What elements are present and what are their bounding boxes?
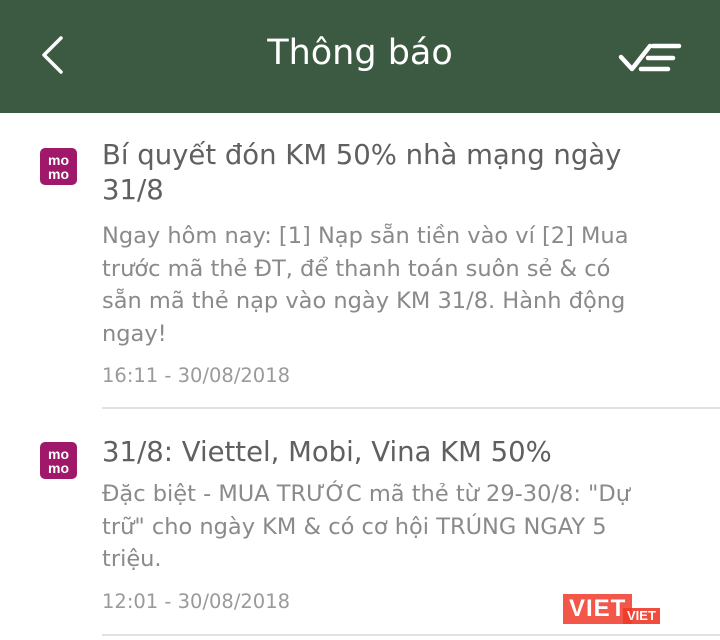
notification-body-line: triệu. [102,546,162,572]
logo-text: mo [48,459,69,476]
mark-all-read-button[interactable] [615,32,687,82]
logo-text: mo [48,165,69,182]
check-list-icon [618,43,682,72]
page-title: Thông báo [267,33,453,73]
notification-timestamp: 12:01 - 30/08/2018 [102,590,291,613]
notification-body-line: trữ" cho ngày KM & có cơ hội TRÚNG NGAY … [102,513,607,540]
notification-title-line: 31/8 [102,174,164,206]
watermark-logo: VIET VIET [563,588,673,630]
momo-logo: mo mo [40,442,77,479]
notification-body-line: ngay! [102,320,167,347]
notification-timestamp: 16:11 - 30/08/2018 [102,364,291,387]
watermark-subtext: VIET [623,608,660,624]
notification-title: 31/8: Viettel, Mobi, Vina KM 50% [102,435,682,470]
notification-body-line: sẵn mã thẻ nạp vào ngày KM 31/8. Hành độ… [102,288,626,314]
logo-text: mo [48,445,69,462]
notification-title-line: 31/8: Viettel, Mobi, Vina KM 50% [102,436,552,468]
app-bar: Thông báo [0,0,720,113]
divider [102,634,720,636]
momo-logo: mo mo [40,148,77,185]
notification-item[interactable]: mo mo Bí quyết đón KM 50% nhà mạng ngày … [0,113,720,409]
notification-body-line: Đặc biệt - MUA TRƯỚC mã thẻ từ 29-30/8: … [102,481,630,507]
notification-body: Ngay hôm nay: [1] Nạp sẵn tiền vào ví [2… [102,220,692,350]
watermark-text: VIET [563,594,633,624]
notification-body-line: Ngay hôm nay: [1] Nạp sẵn tiền vào ví [2… [102,223,629,249]
notification-title-line: Bí quyết đón KM 50% nhà mạng ngày [102,139,622,171]
notification-title: Bí quyết đón KM 50% nhà mạng ngày 31/8 [102,138,682,208]
logo-text: mo [48,151,69,168]
notification-body-line: trước mã thẻ ĐT, để thanh toán suôn sẻ &… [102,255,611,282]
notification-body: Đặc biệt - MUA TRƯỚC mã thẻ từ 29-30/8: … [102,478,692,576]
